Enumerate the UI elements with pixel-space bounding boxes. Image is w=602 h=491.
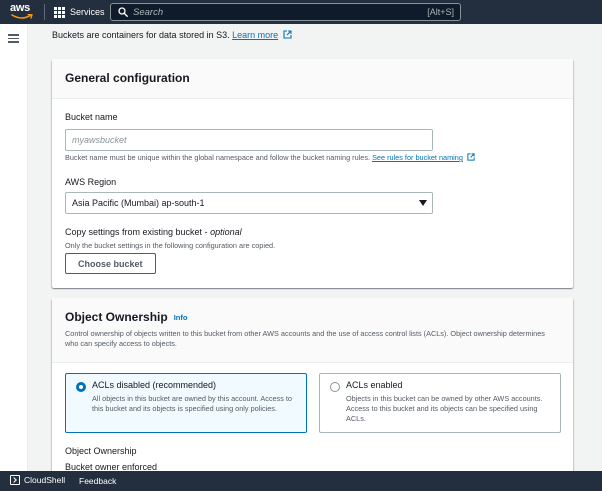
- aws-region-value: Asia Pacific (Mumbai) ap-south-1: [72, 198, 205, 208]
- cloudshell-icon: [10, 475, 20, 485]
- acls-enabled-option[interactable]: ACLs enabled Objects in this bucket can …: [319, 373, 561, 433]
- copy-settings-label: Copy settings from existing bucket - opt…: [65, 227, 242, 237]
- acls-disabled-option[interactable]: ACLs disabled (recommended) All objects …: [65, 373, 307, 433]
- services-menu-button[interactable]: Services: [54, 4, 105, 20]
- object-ownership-description: Control ownership of objects written to …: [65, 329, 545, 348]
- object-ownership-header: Object Ownership Info Control ownership o…: [52, 298, 573, 363]
- feedback-button[interactable]: Feedback: [79, 476, 116, 486]
- copy-settings-hint: Only the bucket settings in the followin…: [65, 241, 276, 250]
- external-link-icon: [283, 30, 292, 39]
- learn-more-label: Learn more: [232, 30, 279, 40]
- copy-settings-label-text: Copy settings from existing bucket -: [65, 227, 211, 237]
- object-ownership-title-text: Object Ownership: [65, 310, 168, 324]
- aws-logo-text: aws: [10, 2, 30, 14]
- bucket-name-hint: Bucket name must be unique within the gl…: [65, 153, 475, 162]
- bottom-bar: CloudShell Feedback: [0, 471, 602, 491]
- search-icon: [118, 7, 128, 17]
- object-ownership-field-label: Object Ownership: [65, 446, 137, 456]
- info-link[interactable]: Info: [174, 313, 188, 322]
- general-configuration-title: General configuration: [65, 71, 190, 85]
- services-label: Services: [70, 7, 105, 17]
- choose-bucket-button[interactable]: Choose bucket: [65, 253, 156, 274]
- caret-down-icon: [419, 200, 427, 206]
- general-configuration-header: General configuration: [52, 59, 573, 99]
- bucket-naming-rules-link[interactable]: See rules for bucket naming: [372, 153, 463, 162]
- feedback-label: Feedback: [79, 476, 117, 486]
- external-link-icon: [467, 153, 475, 161]
- grid-menu-icon: [54, 6, 65, 18]
- top-navigation: aws Services [Alt+S]: [0, 0, 602, 24]
- acls-disabled-label: ACLs disabled (recommended): [92, 380, 217, 390]
- aws-smile-icon: [11, 14, 33, 19]
- left-navigation-rail: [0, 24, 28, 471]
- aws-region-label: AWS Region: [65, 177, 117, 187]
- optional-label: optional: [210, 227, 242, 237]
- object-ownership-panel: Object Ownership Info Control ownership o…: [52, 298, 573, 491]
- general-configuration-panel: General configuration Bucket name Bucket…: [52, 59, 573, 288]
- acls-disabled-description: All objects in this bucket are owned by …: [92, 394, 292, 413]
- acls-enabled-description: Objects in this bucket can be owned by o…: [346, 394, 543, 423]
- acls-enabled-label: ACLs enabled: [346, 380, 403, 390]
- description-text: Buckets are containers for data stored i…: [52, 30, 230, 40]
- bucket-naming-rules-label: See rules for bucket naming: [372, 153, 463, 162]
- cloudshell-label: CloudShell: [24, 475, 66, 485]
- acls-disabled-radio[interactable]: [76, 382, 86, 392]
- object-ownership-title: Object Ownership Info: [65, 310, 560, 324]
- cloudshell-button[interactable]: CloudShell: [10, 475, 65, 485]
- search-box[interactable]: [Alt+S]: [110, 3, 461, 21]
- page-description: Buckets are containers for data stored i…: [52, 30, 292, 40]
- learn-more-link[interactable]: Learn more: [232, 30, 278, 40]
- aws-logo[interactable]: aws: [10, 2, 36, 22]
- search-input[interactable]: [133, 4, 403, 20]
- bucket-name-hint-text: Bucket name must be unique within the gl…: [65, 153, 371, 162]
- bucket-name-input[interactable]: [65, 129, 433, 151]
- search-shortcut-hint: [Alt+S]: [427, 7, 454, 17]
- bucket-name-label: Bucket name: [65, 112, 118, 122]
- nav-divider: [44, 4, 45, 20]
- acls-enabled-radio[interactable]: [330, 382, 340, 392]
- aws-region-select[interactable]: Asia Pacific (Mumbai) ap-south-1: [65, 192, 433, 214]
- hamburger-menu-icon[interactable]: [8, 34, 19, 43]
